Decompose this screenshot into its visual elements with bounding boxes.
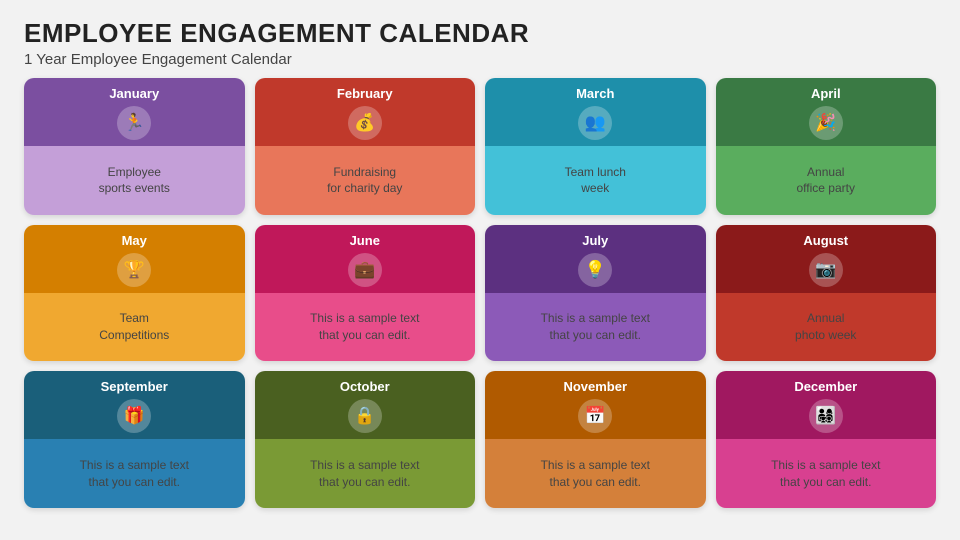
card-body-feb: Fundraising for charity day [255, 146, 476, 215]
card-desc-apr: Annual office party [797, 164, 855, 198]
card-desc-jun: This is a sample text that you can edit. [310, 310, 419, 344]
month-label-may: May [122, 233, 147, 248]
card-jun: June 💼 This is a sample text that you can … [255, 225, 476, 362]
card-header-aug: August 📷 [716, 225, 937, 293]
month-icon-apr: 🎉 [809, 106, 843, 140]
card-desc-dec: This is a sample text that you can edit. [771, 457, 880, 491]
card-body-apr: Annual office party [716, 146, 937, 215]
card-jul: July 💡 This is a sample text that you can … [485, 225, 706, 362]
month-icon-jan: 🏃 [117, 106, 151, 140]
card-jan: January 🏃 Employee sports events [24, 78, 245, 215]
month-label-nov: November [563, 379, 627, 394]
month-label-jul: July [582, 233, 608, 248]
card-header-mar: March 👥 [485, 78, 706, 146]
sub-title: 1 Year Employee Engagement Calendar [24, 51, 936, 68]
card-dec: December 👨‍👩‍👧‍👦 This is a sample text tha… [716, 371, 937, 508]
card-header-dec: December 👨‍👩‍👧‍👦 [716, 371, 937, 439]
card-mar: March 👥 Team lunch week [485, 78, 706, 215]
card-desc-feb: Fundraising for charity day [327, 164, 402, 198]
month-icon-sep: 🎁 [117, 399, 151, 433]
month-icon-jun: 💼 [348, 253, 382, 287]
card-nov: November 📅 This is a sample text that you … [485, 371, 706, 508]
card-desc-nov: This is a sample text that you can edit. [541, 457, 650, 491]
page: EMPLOYEE ENGAGEMENT CALENDAR 1 Year Empl… [0, 0, 960, 540]
card-desc-mar: Team lunch week [565, 164, 626, 198]
month-icon-jul: 💡 [578, 253, 612, 287]
card-desc-aug: Annual photo week [795, 310, 856, 344]
card-header-may: May 🏆 [24, 225, 245, 293]
card-body-jun: This is a sample text that you can edit. [255, 293, 476, 362]
card-body-may: Team Competitions [24, 293, 245, 362]
card-header-nov: November 📅 [485, 371, 706, 439]
month-icon-dec: 👨‍👩‍👧‍👦 [809, 399, 843, 433]
card-desc-jul: This is a sample text that you can edit. [541, 310, 650, 344]
card-desc-sep: This is a sample text that you can edit. [80, 457, 189, 491]
month-label-apr: April [811, 86, 841, 101]
month-label-aug: August [803, 233, 848, 248]
card-desc-jan: Employee sports events [99, 164, 170, 198]
month-icon-aug: 📷 [809, 253, 843, 287]
month-icon-feb: 💰 [348, 106, 382, 140]
card-header-oct: October 🔒 [255, 371, 476, 439]
card-body-jan: Employee sports events [24, 146, 245, 215]
card-feb: February 💰 Fundraising for charity day [255, 78, 476, 215]
month-label-dec: December [794, 379, 857, 394]
card-header-feb: February 💰 [255, 78, 476, 146]
card-body-dec: This is a sample text that you can edit. [716, 439, 937, 508]
card-header-jan: January 🏃 [24, 78, 245, 146]
card-body-jul: This is a sample text that you can edit. [485, 293, 706, 362]
card-header-jul: July 💡 [485, 225, 706, 293]
card-sep: September 🎁 This is a sample text that you… [24, 371, 245, 508]
main-title: EMPLOYEE ENGAGEMENT CALENDAR [24, 18, 936, 49]
card-header-jun: June 💼 [255, 225, 476, 293]
card-body-oct: This is a sample text that you can edit. [255, 439, 476, 508]
calendar-grid: January🏃Employee sports eventsFebruary💰F… [24, 78, 936, 508]
card-header-apr: April 🎉 [716, 78, 937, 146]
card-may: May 🏆 Team Competitions [24, 225, 245, 362]
month-icon-nov: 📅 [578, 399, 612, 433]
card-desc-oct: This is a sample text that you can edit. [310, 457, 419, 491]
month-label-jun: June [350, 233, 380, 248]
card-body-sep: This is a sample text that you can edit. [24, 439, 245, 508]
card-aug: August 📷 Annual photo week [716, 225, 937, 362]
month-label-feb: February [337, 86, 393, 101]
card-body-nov: This is a sample text that you can edit. [485, 439, 706, 508]
card-desc-may: Team Competitions [99, 310, 169, 344]
card-header-sep: September 🎁 [24, 371, 245, 439]
card-body-aug: Annual photo week [716, 293, 937, 362]
month-icon-mar: 👥 [578, 106, 612, 140]
month-label-sep: September [101, 379, 168, 394]
month-label-jan: January [109, 86, 159, 101]
month-label-oct: October [340, 379, 390, 394]
month-label-mar: March [576, 86, 614, 101]
card-oct: October 🔒 This is a sample text that you c… [255, 371, 476, 508]
card-apr: April 🎉 Annual office party [716, 78, 937, 215]
card-body-mar: Team lunch week [485, 146, 706, 215]
month-icon-may: 🏆 [117, 253, 151, 287]
month-icon-oct: 🔒 [348, 399, 382, 433]
